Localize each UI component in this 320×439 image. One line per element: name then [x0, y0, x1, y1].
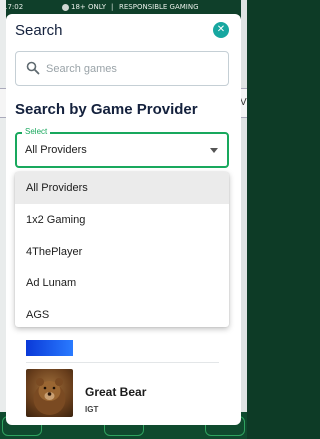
- modal-title: Search: [15, 22, 63, 39]
- search-field[interactable]: [15, 51, 229, 86]
- provider-option[interactable]: All Providers: [15, 172, 229, 204]
- provider-select-legend: Select: [22, 127, 51, 136]
- bear-image: [33, 378, 66, 415]
- provider-select-value: All Providers: [25, 144, 87, 156]
- status-bar: 17:02 18+ ONLY | RESPONSIBLE GAMING: [0, 0, 247, 14]
- status-separator: |: [111, 3, 114, 11]
- game-thumbnail[interactable]: [26, 369, 73, 417]
- search-input[interactable]: [46, 59, 221, 79]
- divider: [26, 362, 219, 363]
- provider-section-title: Search by Game Provider: [15, 101, 198, 118]
- search-icon: [26, 61, 40, 75]
- provider-option[interactable]: AGS: [15, 299, 229, 327]
- status-time: 17:02: [3, 3, 24, 11]
- provider-option[interactable]: 4ThePlayer: [15, 236, 229, 268]
- close-icon[interactable]: ✕: [213, 22, 229, 38]
- caret-down-icon: [210, 148, 218, 153]
- age-notice-label: 18+ ONLY: [71, 3, 106, 11]
- age-notice: 18+ ONLY: [62, 3, 106, 11]
- responsible-gaming-label: RESPONSIBLE GAMING: [119, 3, 199, 11]
- game-thumbnail[interactable]: [26, 340, 73, 356]
- age-dot-icon: [62, 3, 69, 11]
- provider-option[interactable]: 1x2 Gaming: [15, 204, 229, 236]
- backdrop-tab-label: V: [240, 97, 247, 108]
- provider-select[interactable]: Select All Providers: [15, 127, 229, 168]
- game-provider: IGT: [85, 405, 99, 414]
- backdrop-right: [241, 0, 247, 439]
- game-name[interactable]: Great Bear: [85, 385, 146, 399]
- provider-dropdown-menu: All Providers 1x2 Gaming 4ThePlayer Ad L…: [15, 172, 229, 327]
- provider-option[interactable]: Ad Lunam: [15, 267, 229, 299]
